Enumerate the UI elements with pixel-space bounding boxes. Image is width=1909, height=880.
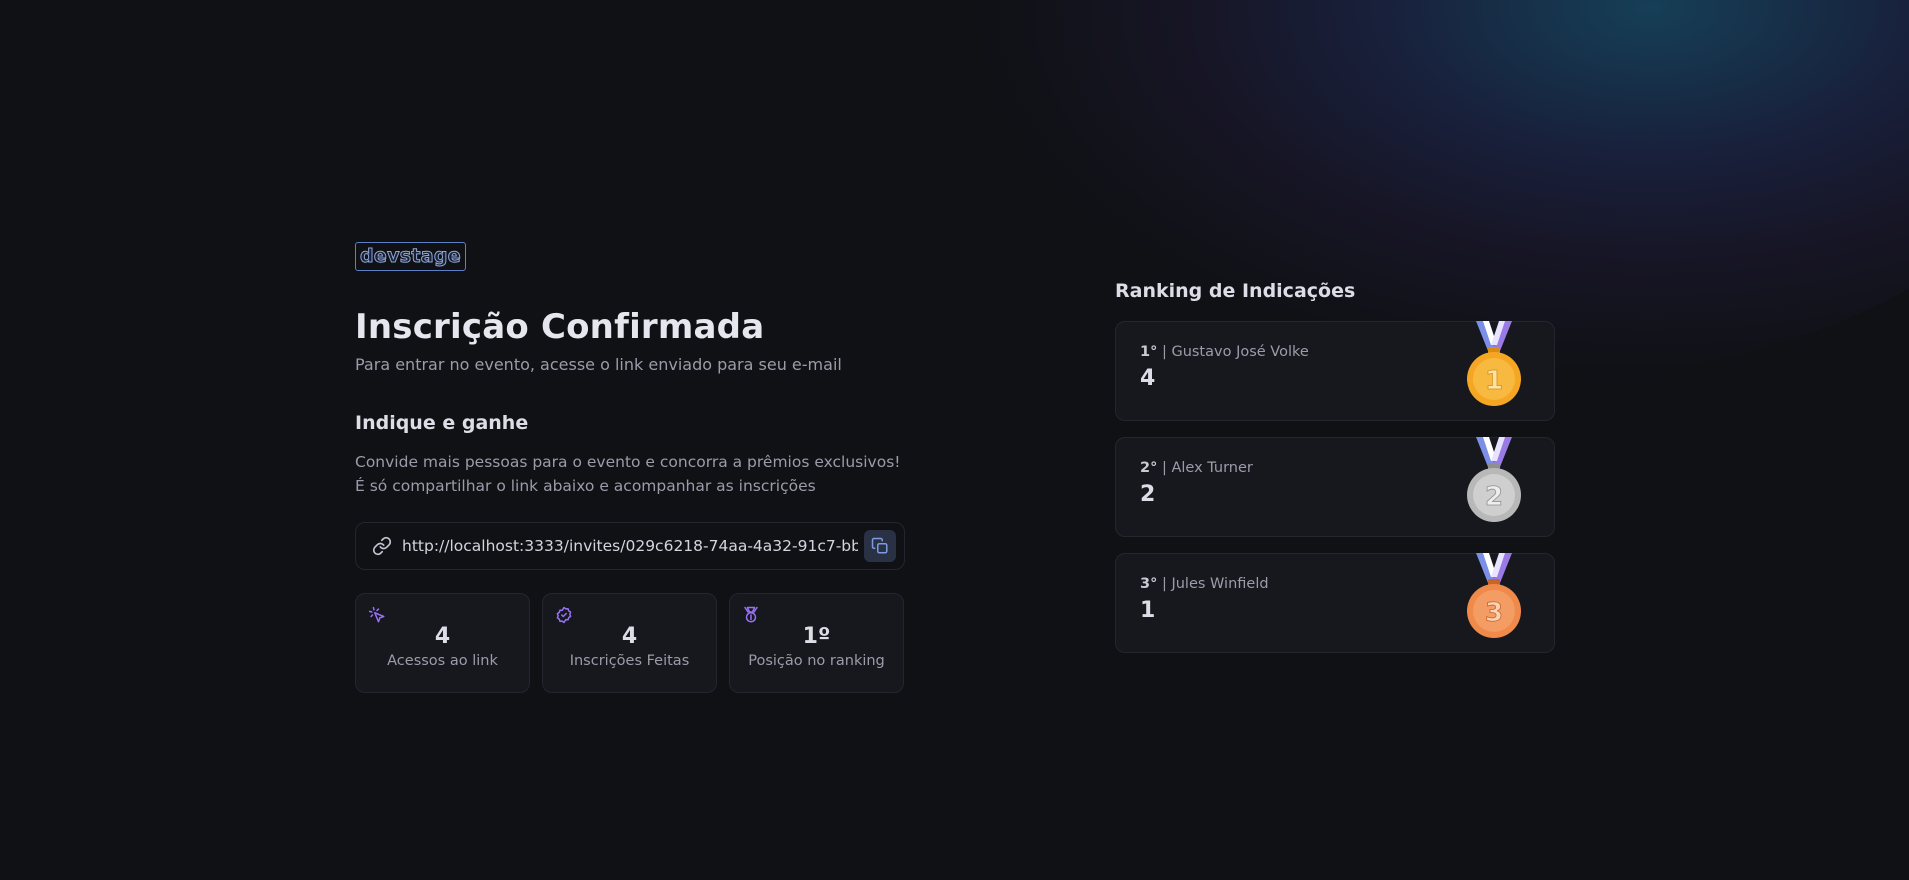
ranking-position: 3° [1140, 576, 1158, 592]
ranking-name: Alex Turner [1171, 460, 1253, 476]
silver-medal-icon: 2 [1467, 437, 1521, 522]
badge-check-icon [555, 606, 573, 624]
stat-registrations: 4 Inscrições Feitas [542, 593, 717, 693]
medal-number: 1 [1485, 366, 1503, 396]
stat-label: Inscrições Feitas [569, 652, 690, 669]
stat-value: 4 [621, 623, 638, 649]
referral-description-line-2: É só compartilhar o link abaixo e acompa… [355, 477, 816, 495]
cursor-click-icon [368, 606, 386, 624]
ranking-title: Ranking de Indicações [1115, 280, 1356, 302]
stat-value: 4 [434, 623, 451, 649]
ranking-name: Gustavo José Volke [1171, 344, 1309, 360]
ranking-entry-1: 1° | Gustavo José Volke 4 1 [1115, 321, 1555, 421]
devstage-logo: devstage [355, 242, 466, 271]
medal-number: 2 [1485, 482, 1503, 512]
page-title: Inscrição Confirmada [355, 307, 765, 347]
link-icon [372, 536, 392, 556]
ranking-entry-3: 3° | Jules Winfield 1 3 [1115, 553, 1555, 653]
ranking-panel: Ranking de Indicações 1° | Gustavo José … [1115, 280, 1555, 669]
referral-title: Indique e ganhe [355, 412, 529, 434]
confirmation-panel: devstage Inscrição Confirmada Para entra… [355, 242, 905, 693]
medal-icon [742, 606, 760, 624]
copy-icon [871, 537, 888, 554]
stats-row: 4 Acessos ao link 4 Inscrições Feitas 1º… [355, 593, 905, 693]
ranking-list: 1° | Gustavo José Volke 4 1 2° | Alex Tu… [1115, 321, 1555, 653]
copy-link-button[interactable] [864, 530, 896, 562]
medal-number: 3 [1485, 598, 1503, 628]
ranking-position: 2° [1140, 460, 1158, 476]
stat-label: Acessos ao link [387, 652, 498, 669]
invite-link-url[interactable]: http://localhost:3333/invites/029c6218-7… [402, 537, 858, 555]
ranking-position: 1° [1140, 344, 1158, 360]
referral-description: Convide mais pessoas para o evento e con… [355, 450, 905, 498]
page: devstage Inscrição Confirmada Para entra… [0, 0, 1909, 880]
stat-label: Posição no ranking [748, 652, 885, 669]
invite-link-field[interactable]: http://localhost:3333/invites/029c6218-7… [355, 522, 905, 570]
page-subtitle: Para entrar no evento, acesse o link env… [355, 355, 842, 374]
referral-description-line-1: Convide mais pessoas para o evento e con… [355, 453, 901, 471]
stat-link-accesses: 4 Acessos ao link [355, 593, 530, 693]
gold-medal-icon: 1 [1467, 321, 1521, 406]
ranking-entry-2: 2° | Alex Turner 2 2 [1115, 437, 1555, 537]
stat-ranking-position: 1º Posição no ranking [729, 593, 904, 693]
ranking-name: Jules Winfield [1171, 576, 1269, 592]
bronze-medal-icon: 3 [1467, 553, 1521, 638]
stat-value: 1º [802, 623, 831, 649]
